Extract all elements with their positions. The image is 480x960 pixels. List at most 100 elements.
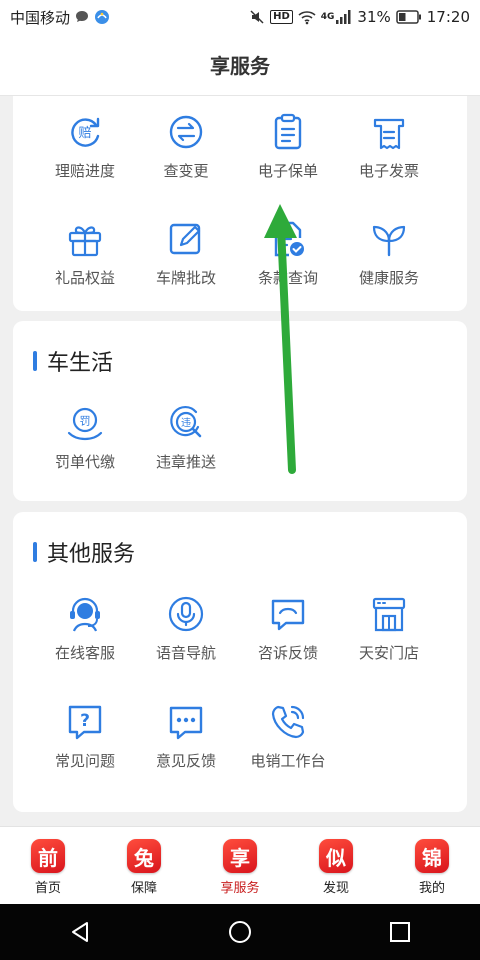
- service-item-violation-push[interactable]: 违 违章推送: [134, 403, 238, 472]
- carrier-label: 中国移动: [10, 8, 71, 27]
- service-item-label: 条款查询: [257, 269, 318, 287]
- service-item-faq[interactable]: ? 常见问题: [33, 702, 137, 771]
- bottom-tab-bar: 前 首页 兔 保障 享 享服务 似 发现 锦 我的: [0, 826, 480, 904]
- car-life-card: 车生活 罚 罚单代缴 违 违章推送: [13, 321, 467, 501]
- services-tab-icon: 享: [223, 839, 257, 873]
- leaf-icon: [372, 225, 406, 257]
- discover-tab-icon: 似: [319, 839, 353, 873]
- clock: 17:20: [426, 8, 470, 26]
- network-type-label: 4G: [320, 12, 335, 22]
- doc-check-icon: [274, 221, 304, 257]
- page-title: 享服务: [210, 54, 270, 78]
- status-bar: 中国移动 HD 4G 31% 17:20: [0, 0, 480, 34]
- recents-square-icon: [390, 922, 410, 942]
- app-notification-icon: [94, 9, 110, 25]
- back-button[interactable]: [60, 912, 100, 952]
- service-item-change-query[interactable]: 查变更: [134, 112, 238, 181]
- service-item-label: 电子保单: [257, 162, 318, 180]
- claim-icon: 赔: [71, 117, 100, 147]
- tab-label: 享服务: [220, 881, 260, 896]
- section-title: 车生活: [47, 351, 114, 376]
- tab-home[interactable]: 前 首页: [0, 827, 96, 904]
- service-item-fine-payment[interactable]: 罚 罚单代缴: [33, 403, 137, 472]
- service-item-label: 理赔进度: [54, 162, 115, 180]
- complaint-icon: [271, 599, 305, 631]
- store-icon: [372, 597, 406, 632]
- tab-label: 首页: [34, 881, 61, 896]
- tab-label: 保障: [130, 881, 157, 896]
- hd-badge: HD: [270, 10, 293, 24]
- mute-icon: [249, 9, 265, 25]
- service-item-label: 健康服务: [358, 269, 419, 287]
- service-item-gift-rights[interactable]: 礼品权益: [33, 219, 137, 288]
- back-triangle-icon: [72, 922, 88, 942]
- tab-discover[interactable]: 似 发现: [288, 827, 384, 904]
- top-nav-bar: 享服务: [0, 34, 480, 96]
- service-item-label: 在线客服: [54, 644, 115, 662]
- service-content[interactable]: 赔 理赔进度 查变更 电子保单 电子发票 礼品权益 车牌批改 条款查询 健康服务…: [0, 96, 480, 826]
- car-life-header: 车生活: [33, 345, 113, 377]
- service-item-label: 车牌批改: [155, 269, 216, 287]
- invoice-icon: [373, 118, 405, 150]
- wifi-icon: [298, 9, 316, 25]
- battery-icon: [396, 10, 422, 24]
- mine-tab-icon: 锦: [415, 839, 449, 873]
- tab-services[interactable]: 享 享服务: [192, 827, 288, 904]
- service-item-plate-change[interactable]: 车牌批改: [134, 219, 238, 288]
- violation-icon: 违: [170, 405, 202, 438]
- service-item-label: 电销工作台: [250, 752, 326, 770]
- home-circle-icon: [229, 921, 251, 943]
- microphone-icon: [168, 596, 204, 632]
- message-icon: [74, 9, 90, 25]
- other-services-header: 其他服务: [33, 536, 135, 568]
- service-item-label: 查变更: [163, 162, 209, 180]
- service-item-label: 电子发票: [358, 162, 419, 180]
- svg-text:罚: 罚: [80, 415, 91, 428]
- tab-label: 我的: [418, 881, 445, 896]
- recents-button[interactable]: [380, 912, 420, 952]
- svg-text:?: ?: [80, 711, 90, 731]
- home-tab-icon: 前: [31, 839, 65, 873]
- tab-label: 发现: [322, 881, 349, 896]
- service-item-label: 礼品权益: [54, 269, 115, 287]
- other-services-card: 其他服务 在线客服 语音导航 咨诉反馈 天安门店 ? 常见问题 意见反馈 电销工…: [13, 512, 467, 812]
- battery-percent: 31%: [357, 8, 391, 26]
- service-item-complaint-feedback[interactable]: 咨诉反馈: [236, 594, 340, 663]
- swap-icon: [169, 115, 203, 149]
- clipboard-icon: [274, 113, 302, 150]
- service-item-health[interactable]: 健康服务: [337, 219, 441, 288]
- service-item-voice-navigation[interactable]: 语音导航: [134, 594, 238, 663]
- service-item-claim-progress[interactable]: 赔 理赔进度: [33, 112, 137, 181]
- tab-protection[interactable]: 兔 保障: [96, 827, 192, 904]
- home-button[interactable]: [220, 912, 260, 952]
- section-accent-bar: [33, 351, 37, 371]
- service-item-e-invoice[interactable]: 电子发票: [337, 112, 441, 181]
- service-item-tianan-store[interactable]: 天安门店: [337, 594, 441, 663]
- section-accent-bar: [33, 542, 37, 562]
- edit-icon: [169, 223, 201, 255]
- headset-icon: [70, 597, 100, 632]
- fine-icon: 罚: [67, 407, 103, 441]
- service-item-label: 常见问题: [54, 752, 115, 770]
- section-title: 其他服务: [47, 542, 136, 567]
- gift-icon: [68, 226, 102, 257]
- service-item-online-service[interactable]: 在线客服: [33, 594, 137, 663]
- service-item-label: 咨诉反馈: [257, 644, 318, 662]
- service-item-e-policy[interactable]: 电子保单: [236, 112, 340, 181]
- feedback-icon: [169, 706, 203, 740]
- svg-text:赔: 赔: [78, 126, 91, 141]
- svg-text:违: 违: [181, 417, 191, 429]
- service-item-label: 天安门店: [358, 644, 419, 662]
- service-item-label: 意见反馈: [155, 752, 216, 770]
- service-item-label: 违章推送: [155, 453, 216, 471]
- service-card-main: 赔 理赔进度 查变更 电子保单 电子发票 礼品权益 车牌批改 条款查询 健康服务: [13, 96, 467, 311]
- service-item-label: 罚单代缴: [54, 453, 115, 471]
- service-item-label: 语音导航: [155, 644, 216, 662]
- service-item-opinion-feedback[interactable]: 意见反馈: [134, 702, 238, 771]
- service-item-terms-query[interactable]: 条款查询: [236, 219, 340, 288]
- phone-icon: [271, 705, 305, 739]
- protection-tab-icon: 兔: [127, 839, 161, 873]
- tab-mine[interactable]: 锦 我的: [384, 827, 480, 904]
- service-item-telesales-desk[interactable]: 电销工作台: [236, 702, 340, 771]
- system-nav-bar: [0, 904, 480, 960]
